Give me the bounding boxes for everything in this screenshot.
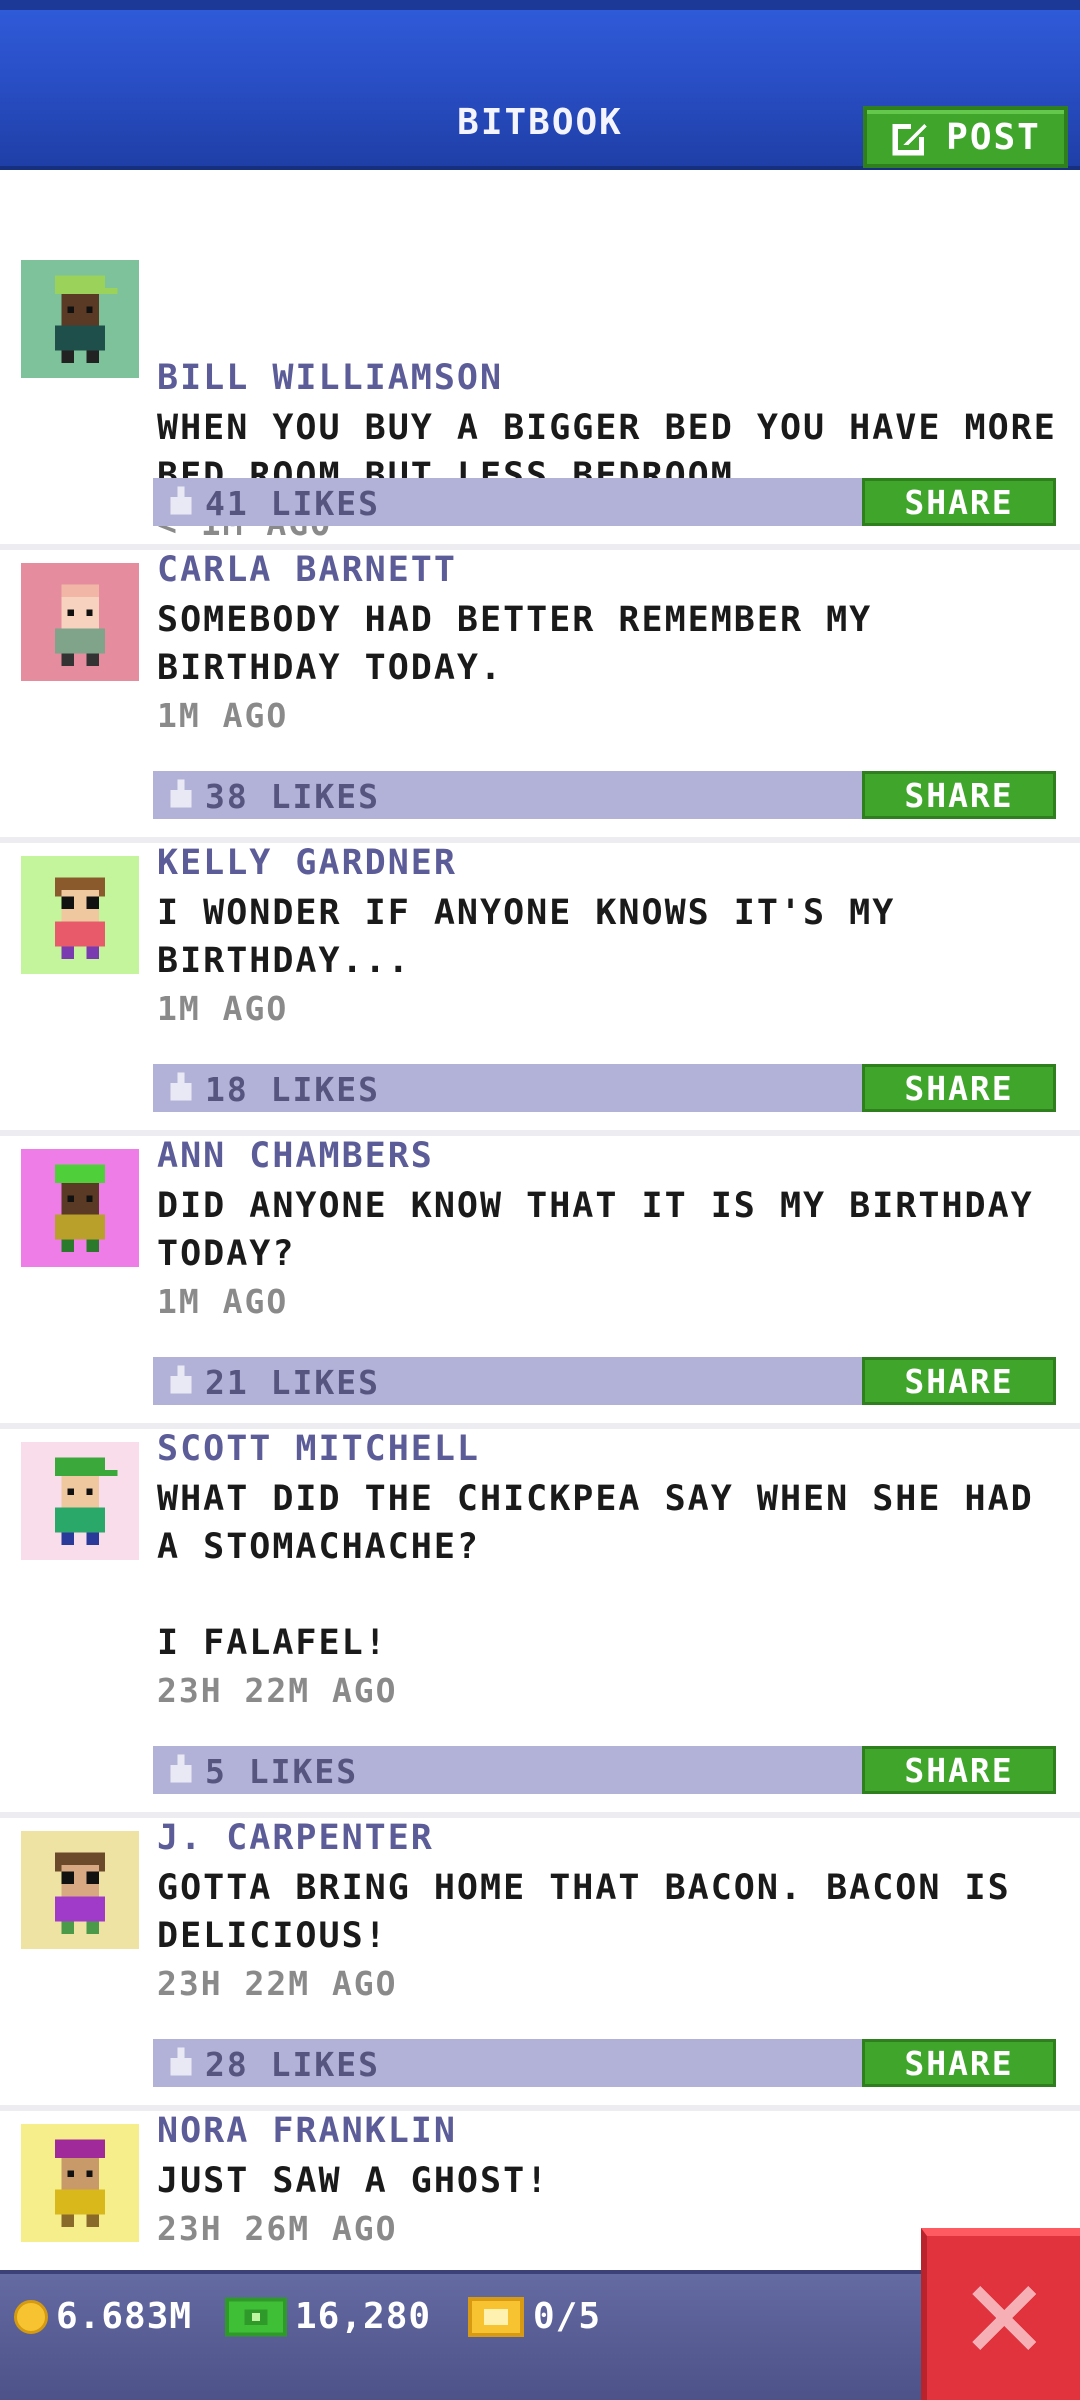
author-name[interactable]: CARLA BARNETT [157,550,457,590]
like-bar[interactable]: 28 LIKES SHARE [153,2039,1056,2087]
author-name[interactable]: ANN CHAMBERS [157,1136,434,1176]
post-button-label: POST [946,116,1041,158]
avatar[interactable] [21,260,139,378]
avatar-sprite [55,877,105,959]
post-time: 1M AGO [157,696,289,735]
post-time: 1M AGO [157,1282,289,1321]
post-time: 1M AGO [157,989,289,1028]
share-button[interactable]: SHARE [862,1064,1056,1112]
post-message: GOTTA BRING HOME THAT BACON. BACON IS DE… [157,1868,1011,1956]
post-message: SOMEBODY HAD BETTER REMEMBER MY BIRTHDAY… [157,600,873,688]
author-name[interactable]: SCOTT MITCHELL [157,1429,480,1469]
avatar-sprite [55,1164,105,1252]
share-button[interactable]: SHARE [862,1357,1056,1405]
avatar-sprite [55,275,118,363]
likes-count: 41 LIKES [205,484,380,523]
avatar[interactable] [21,1442,139,1560]
post-time: 23H 22M AGO [157,1671,398,1710]
like-bar[interactable]: 41 LIKES SHARE [153,478,1056,526]
like-bar[interactable]: 21 LIKES SHARE [153,1357,1056,1405]
post-time: 23H 26M AGO [157,2209,398,2248]
app-header: BITBOOK POST [0,0,1080,170]
bux-value: 16,280 [295,2296,432,2337]
author-name[interactable]: BILL WILLIAMSON [157,358,503,398]
like-bar[interactable]: 5 LIKES SHARE [153,1746,1056,1794]
thumbs-up-icon [170,779,192,808]
ticket-icon [468,2296,524,2337]
likes-count: 38 LIKES [205,777,380,816]
post-message: WHAT DID THE CHICKPEA SAY WHEN SHE HAD A… [157,1479,1034,1663]
tickets-value: 0/5 [533,2296,602,2337]
like-bar[interactable]: 38 LIKES SHARE [153,771,1056,819]
avatar[interactable] [21,2124,139,2242]
avatar-sprite [55,1457,118,1545]
edit-icon [892,123,927,156]
avatar[interactable] [21,1149,139,1267]
thumbs-up-icon [170,486,192,515]
avatar-sprite [55,584,105,666]
avatar[interactable] [21,563,139,681]
thumbs-up-icon [170,1365,192,1394]
currency-bar: 6.683M 16,280 0/5 [0,2270,1080,2400]
close-icon [971,2286,1036,2350]
thumbs-up-icon [170,1754,192,1783]
like-bar[interactable]: 18 LIKES SHARE [153,1064,1056,1112]
likes-count: 28 LIKES [205,2045,380,2084]
share-button[interactable]: SHARE [862,1746,1056,1794]
avatar[interactable] [21,1831,139,1949]
avatar-sprite [55,2139,105,2227]
tickets-stat: 0/5 [467,2296,601,2337]
likes-count: 5 LIKES [205,1752,359,1791]
bux-icon [225,2297,287,2336]
avatar[interactable] [21,856,139,974]
share-button[interactable]: SHARE [862,2039,1056,2087]
post-message: JUST SAW A GHOST! [157,2161,550,2201]
coins-value: 6.683M [56,2296,193,2337]
post-message: I WONDER IF ANYONE KNOWS IT'S MY BIRTHDA… [157,893,896,981]
share-button[interactable]: SHARE [862,771,1056,819]
author-name[interactable]: KELLY GARDNER [157,843,457,883]
likes-count: 21 LIKES [205,1363,380,1402]
likes-count: 18 LIKES [205,1070,380,1109]
bux-stat: 16,280 [225,2296,431,2337]
post-button[interactable]: POST [863,106,1068,168]
coins-stat: 6.683M [14,2296,192,2337]
post-message: DID ANYONE KNOW THAT IT IS MY BIRTHDAY T… [157,1186,1034,1274]
coin-icon [14,2299,48,2334]
share-button[interactable]: SHARE [862,478,1056,526]
thumbs-up-icon [170,2047,192,2076]
close-button[interactable] [921,2228,1080,2400]
avatar-sprite [55,1852,105,1934]
author-name[interactable]: NORA FRANKLIN [157,2111,457,2151]
post-time: 23H 22M AGO [157,1964,398,2003]
thumbs-up-icon [170,1072,192,1101]
author-name[interactable]: J. CARPENTER [157,1818,434,1858]
